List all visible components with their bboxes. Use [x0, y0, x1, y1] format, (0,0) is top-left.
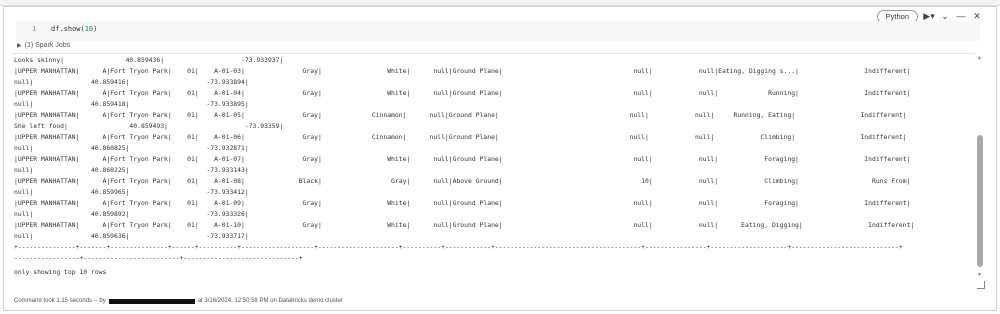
output-footer-note: only showing top 10 rows — [14, 268, 107, 276]
command-cluster: at 3/16/2024, 12:50:58 PM on Databricks … — [197, 298, 343, 304]
output-line: -----------------+----------------------… — [14, 254, 303, 262]
spark-jobs-label: (1) Spark Jobs — [24, 42, 71, 49]
output-line: +---------------+-------+---------------… — [14, 243, 903, 251]
command-time: Command took 1.15 seconds -- by — [14, 298, 106, 304]
scrollbar-thumb[interactable] — [977, 135, 983, 267]
output-line: |UPPER MANHATTAN| A|Fort Tryon Park| 01|… — [14, 133, 907, 141]
output-line: |UPPER MANHATTAN| A|Fort Tryon Park| 01|… — [14, 221, 915, 229]
line-number: 1 — [32, 25, 37, 33]
output-line: null| 40.859965| -73.933412| — [14, 188, 249, 196]
code-arg: 10 — [84, 25, 94, 33]
scroll-down-icon[interactable]: ▼ — [977, 272, 982, 278]
output-line: null| 40.859636| -73.933717| — [14, 232, 249, 240]
code-editor[interactable]: 1 df.show(10) — [16, 21, 980, 41]
output-line: She left food| 40.859493| -73.93359| — [14, 122, 284, 130]
output-line: |UPPER MANHATTAN| A|Fort Tryon Park| 01|… — [14, 67, 911, 75]
output-line: |UPPER MANHATTAN| A|Fort Tryon Park| 01|… — [14, 177, 911, 185]
output-line: null| 40.859892| -73.933326| — [14, 210, 249, 218]
output-line: |UPPER MANHATTAN| A|Fort Tryon Park| 01|… — [14, 199, 911, 207]
output-line: null| 40.860225| -73.933143| — [14, 166, 249, 174]
output-line: null| 40.859418| -73.933895| — [14, 100, 249, 108]
output-line: |UPPER MANHATTAN| A|Fort Tryon Park| 01|… — [14, 155, 911, 163]
resize-handle-icon[interactable] — [977, 281, 985, 289]
triangle-right-icon: ▶ — [17, 43, 22, 49]
redacted-user — [108, 298, 195, 304]
output-line: |UPPER MANHATTAN| A|Fort Tryon Park| 01|… — [14, 89, 911, 97]
output-line: null| 40.859416| -73.933894| — [14, 78, 249, 86]
spark-jobs-toggle[interactable]: ▶ (1) Spark Jobs — [17, 42, 70, 49]
code-suffix: ) — [93, 25, 98, 33]
output-line: null| 40.860825| -73.932871| — [14, 144, 249, 152]
code-line[interactable]: df.show(10) — [51, 25, 97, 33]
output-line: |UPPER MANHATTAN| A|Fort Tryon Park| 01|… — [14, 111, 907, 119]
output-line: Looks skinny| 40.859436| -73.933937| — [14, 56, 284, 64]
command-status: Command took 1.15 seconds -- by at 3/16/… — [14, 298, 343, 304]
scroll-up-icon[interactable]: ▲ — [977, 55, 982, 61]
cell-output: Looks skinny| 40.859436| -73.933937| |UP… — [12, 53, 974, 285]
code-prefix: df.show( — [51, 25, 85, 33]
